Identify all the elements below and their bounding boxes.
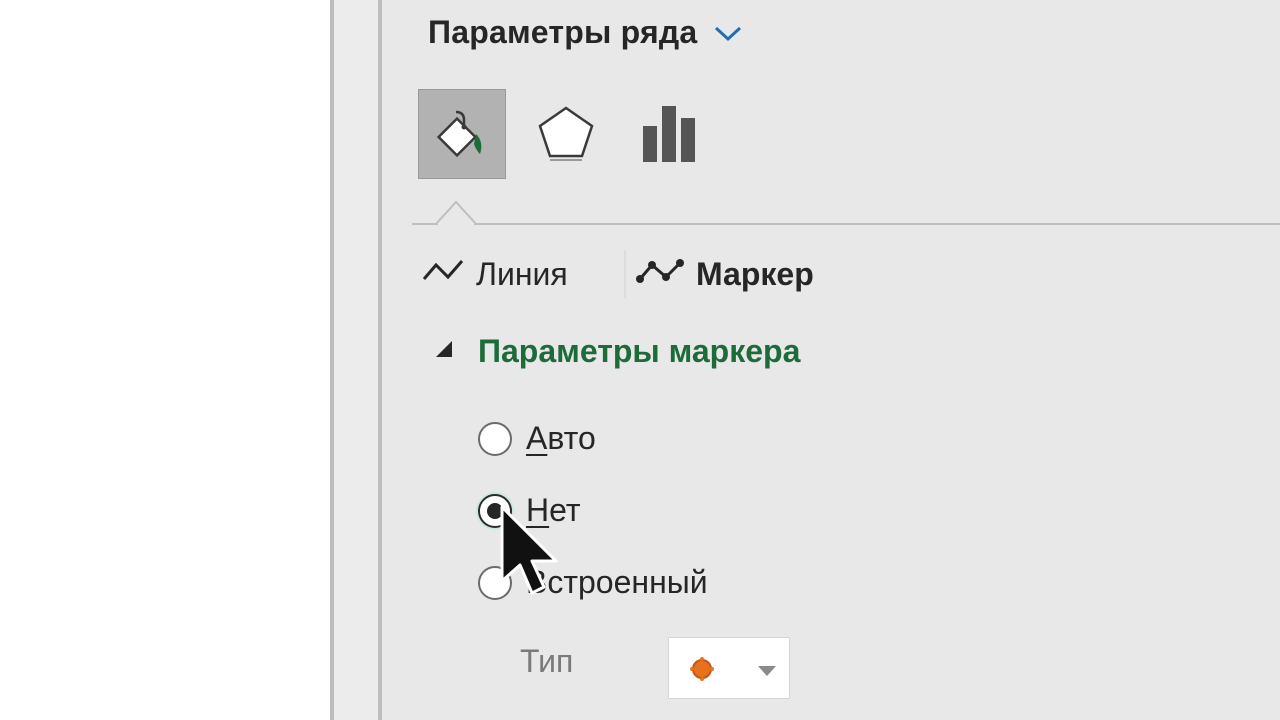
collapse-triangle-icon [434, 339, 454, 364]
effects-tab[interactable] [522, 89, 610, 179]
subtab-marker[interactable]: Маркер [636, 250, 814, 298]
radio-auto-button[interactable] [478, 421, 512, 456]
subtab-divider [624, 250, 626, 298]
chevron-down-icon[interactable] [713, 23, 743, 43]
type-label: Тип [520, 643, 574, 679]
subtab-marker-label: Маркер [696, 255, 814, 292]
marker-options-section-header[interactable]: Параметры маркера [434, 333, 800, 370]
marker-line-icon [636, 257, 686, 292]
section-title: Параметры маркера [478, 333, 801, 369]
dropdown-arrow-icon[interactable] [757, 664, 777, 682]
worksheet-area [0, 0, 330, 720]
radio-auto-label: Авто [526, 420, 596, 456]
tabs-separator [412, 223, 1280, 225]
subtab-line[interactable]: Линия [422, 250, 568, 298]
pane-title-dropdown[interactable]: Параметры ряда [428, 14, 743, 51]
pane-title: Параметры ряда [428, 14, 698, 50]
fill-line-tab[interactable] [418, 89, 506, 179]
format-data-series-pane: Параметры ряда Линия Маркер Параметры ма… [382, 0, 1280, 720]
circle-marker-icon [687, 654, 717, 689]
scroll-gap [334, 0, 378, 720]
line-icon [422, 257, 466, 292]
bar-chart-icon [640, 104, 700, 164]
mouse-cursor-icon [500, 505, 560, 600]
pentagon-icon [536, 102, 596, 166]
series-options-tab[interactable] [626, 89, 714, 179]
marker-type-dropdown[interactable] [668, 637, 790, 699]
radio-auto[interactable]: Авто [478, 420, 596, 457]
selected-tab-notch [435, 199, 477, 232]
fill-bucket-icon [432, 104, 492, 164]
subtab-line-label: Линия [476, 255, 568, 292]
